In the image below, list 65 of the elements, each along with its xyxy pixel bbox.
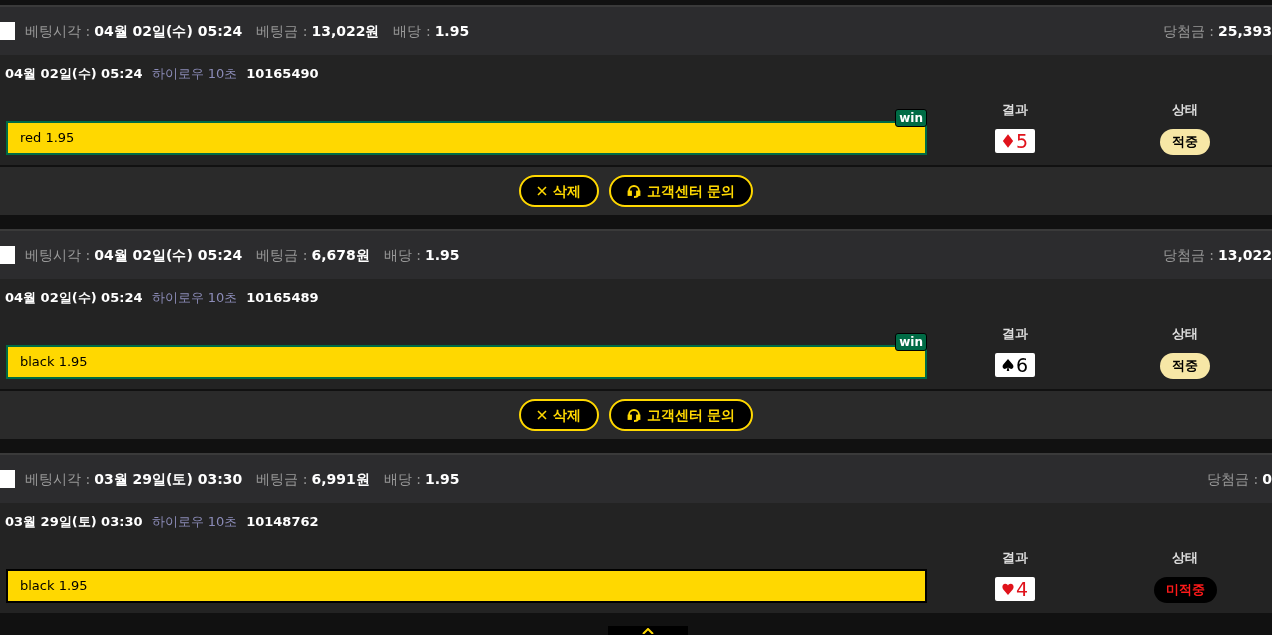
headset-icon — [626, 184, 641, 198]
payout-label: 당첨금 : — [1207, 469, 1259, 489]
status-badge: 미적중 — [1153, 577, 1217, 603]
close-icon — [536, 186, 547, 196]
checkbox[interactable] — [0, 246, 15, 264]
pick-text: black 1.95 — [20, 353, 88, 372]
card-value: 4 — [1015, 579, 1029, 599]
payout-value: 25,393 — [1217, 21, 1272, 41]
checkbox[interactable] — [0, 22, 15, 40]
round-number: 10165489 — [246, 289, 319, 308]
support-button[interactable]: 고객센터 문의 — [608, 175, 754, 207]
round-number: 10165490 — [246, 65, 319, 84]
game-date: 03월 29일(토) 03:30 — [5, 513, 143, 532]
delete-button[interactable]: 삭제 — [518, 175, 599, 207]
odds-label: 배당 : — [383, 469, 421, 489]
result-header: 결과 — [1002, 101, 1028, 120]
diamond-icon — [1001, 134, 1014, 148]
status-header: 상태 — [1172, 549, 1198, 568]
bet-time: 04월 02일(수) 05:24 — [94, 245, 243, 265]
bet-amount-label: 베팅금 : — [256, 21, 308, 41]
bet-amount-label: 베팅금 : — [256, 245, 308, 265]
status-header: 상태 — [1172, 101, 1198, 120]
payout-value: 0 — [1262, 469, 1272, 489]
payout-label: 당첨금 : — [1162, 21, 1214, 41]
card-value: 5 — [1015, 131, 1029, 151]
bet-amount: 6,678원 — [311, 245, 370, 265]
status-header: 상태 — [1172, 325, 1198, 344]
bet-amount: 13,022원 — [311, 21, 380, 41]
win-badge: win — [895, 109, 927, 127]
status-badge: 적중 — [1160, 353, 1210, 379]
close-icon — [536, 410, 547, 420]
support-button[interactable]: 고객센터 문의 — [608, 399, 754, 431]
bet-time: 03월 29일(토) 03:30 — [94, 469, 243, 489]
game-name: 하이로우 10초 — [151, 65, 238, 84]
odds-value: 1.95 — [434, 21, 470, 41]
bet-time-label: 베팅시각 : — [25, 21, 91, 41]
odds-value: 1.95 — [424, 469, 460, 489]
bet-amount-label: 베팅금 : — [256, 469, 308, 489]
round-number: 10148762 — [246, 513, 319, 532]
game-name: 하이로우 10초 — [151, 513, 238, 532]
bet-amount: 6,991원 — [311, 469, 370, 489]
checkbox[interactable] — [0, 470, 15, 488]
payout-label: 당첨금 : — [1162, 245, 1214, 265]
odds-value: 1.95 — [424, 245, 460, 265]
heart-icon — [1001, 582, 1014, 596]
result-header: 결과 — [1002, 325, 1028, 344]
bet-time-label: 베팅시각 : — [25, 469, 91, 489]
spade-icon — [1001, 358, 1014, 372]
win-badge: win — [895, 333, 927, 351]
bet-time-label: 베팅시각 : — [25, 245, 91, 265]
odds-label: 배당 : — [383, 245, 421, 265]
status-badge: 적중 — [1160, 129, 1210, 155]
result-header: 결과 — [1002, 549, 1028, 568]
bet-time: 04월 02일(수) 05:24 — [94, 21, 243, 41]
odds-label: 배당 : — [393, 21, 431, 41]
game-name: 하이로우 10초 — [151, 289, 238, 308]
delete-button[interactable]: 삭제 — [518, 399, 599, 431]
headset-icon — [626, 408, 641, 422]
caret-up-icon — [642, 628, 654, 634]
card-value: 6 — [1015, 355, 1029, 375]
game-date: 04월 02일(수) 05:24 — [5, 65, 143, 84]
pick-text: red 1.95 — [20, 129, 75, 148]
pick-text: black 1.95 — [20, 577, 88, 596]
game-date: 04월 02일(수) 05:24 — [5, 289, 143, 308]
payout-value: 13,022 — [1217, 245, 1272, 265]
